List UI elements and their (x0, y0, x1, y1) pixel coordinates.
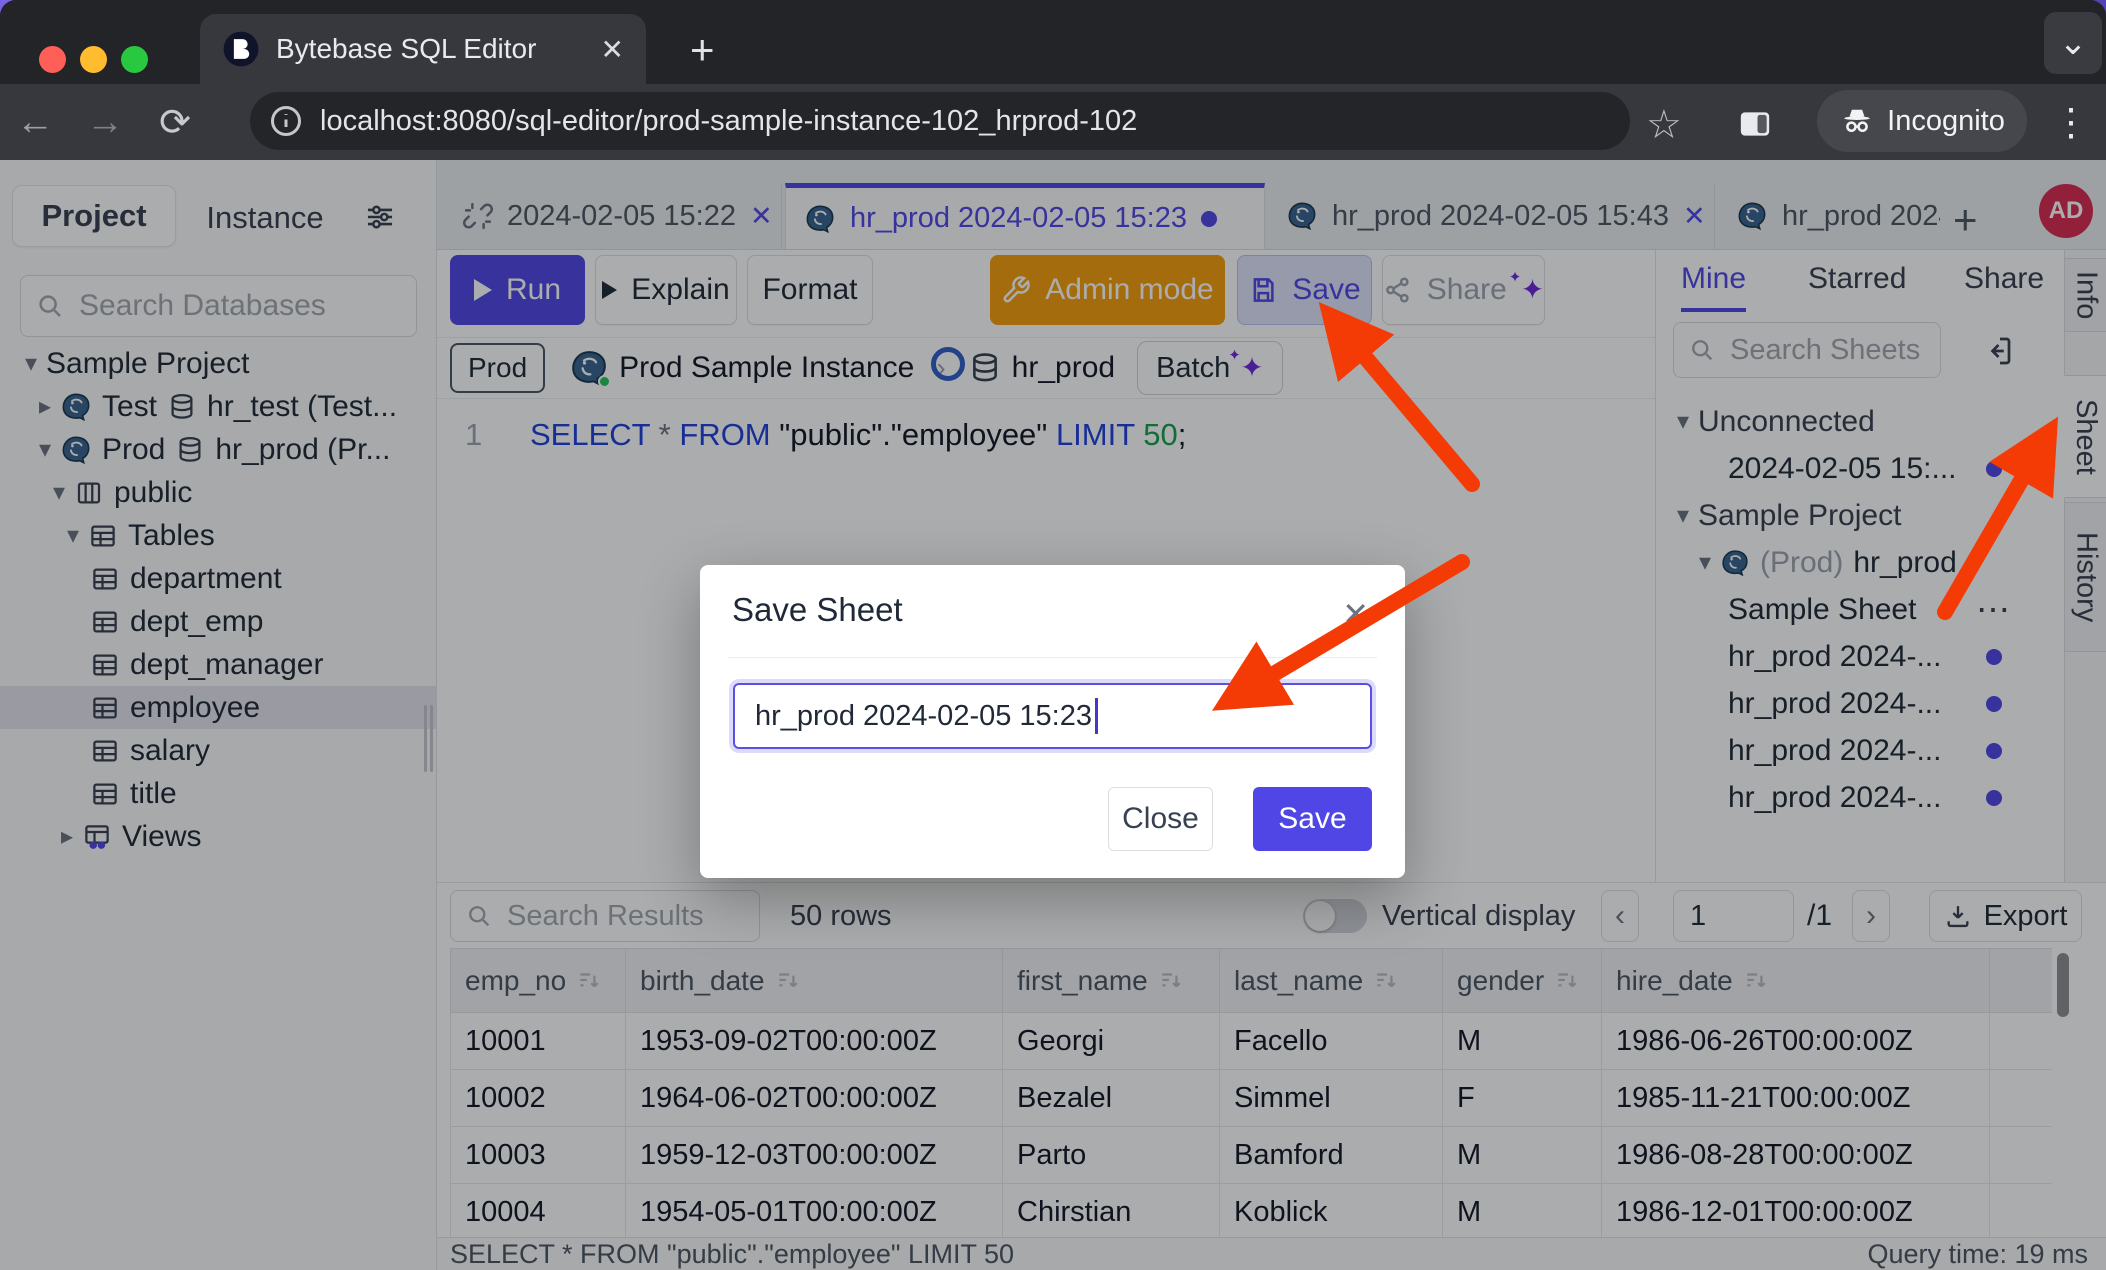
reload-icon[interactable]: ⟳ (140, 100, 210, 145)
site-info-icon[interactable] (268, 103, 304, 139)
save-sheet-dialog: Save Sheet ✕ hr_prod 2024-02-05 15:23 Cl… (700, 565, 1405, 878)
dialog-save-button[interactable]: Save (1253, 787, 1372, 851)
browser-menu-kebab-icon[interactable]: ⋮ (2052, 100, 2090, 145)
browser-toolbar: ← → ⟳ localhost:8080/sql-editor/prod-sam… (0, 84, 2106, 160)
dialog-close-button[interactable]: Close (1108, 787, 1213, 851)
screenshot-root: Bytebase SQL Editor ✕ + ⌄ ← → ⟳ localhos… (0, 0, 2106, 1270)
url-text: localhost:8080/sql-editor/prod-sample-in… (320, 105, 1137, 138)
dialog-close-icon[interactable]: ✕ (1342, 595, 1369, 633)
traffic-light-zoom[interactable] (121, 46, 148, 73)
browser-tab[interactable]: Bytebase SQL Editor ✕ (200, 14, 646, 84)
tab-search-chevron-icon[interactable]: ⌄ (2044, 12, 2102, 74)
incognito-badge: Incognito (1817, 90, 2027, 152)
bytebase-favicon (222, 30, 260, 68)
address-bar[interactable]: localhost:8080/sql-editor/prod-sample-in… (250, 92, 1630, 150)
side-panel-icon[interactable] (1735, 104, 1775, 144)
dialog-divider (728, 657, 1377, 658)
bookmark-star-icon[interactable]: ☆ (1646, 102, 1682, 148)
forward-icon[interactable]: → (70, 101, 140, 144)
sheet-name-input[interactable]: hr_prod 2024-02-05 15:23 (733, 683, 1372, 749)
new-tab-icon[interactable]: + (690, 26, 715, 74)
browser-tab-close-icon[interactable]: ✕ (601, 33, 624, 66)
browser-window: Bytebase SQL Editor ✕ + ⌄ ← → ⟳ localhos… (0, 0, 2106, 1270)
incognito-label: Incognito (1887, 105, 2005, 138)
traffic-light-minimize[interactable] (80, 46, 107, 73)
bytebase-app: Project Instance ▾ Sample Project ▸ Test (0, 160, 2106, 1270)
browser-tab-title: Bytebase SQL Editor (276, 33, 585, 65)
back-icon[interactable]: ← (0, 101, 70, 144)
text-caret (1095, 698, 1098, 734)
incognito-icon (1839, 103, 1875, 139)
dialog-title: Save Sheet (732, 591, 903, 629)
traffic-light-close[interactable] (39, 46, 66, 73)
browser-titlebar: Bytebase SQL Editor ✕ + ⌄ (0, 0, 2106, 84)
